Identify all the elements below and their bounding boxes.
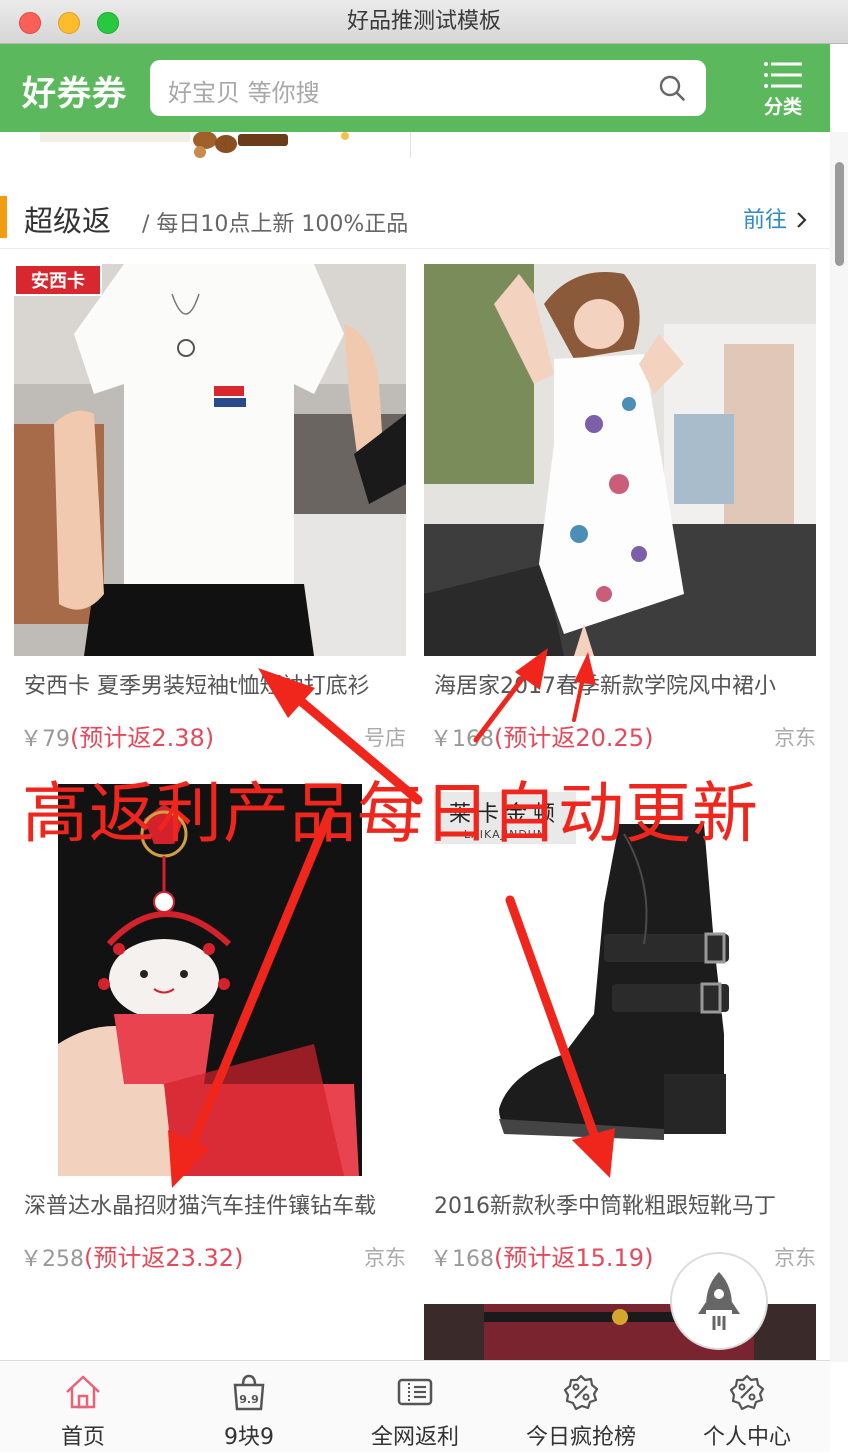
product-price: ￥79 [20, 727, 70, 752]
scrollbar-thumb[interactable] [835, 162, 844, 266]
tab-nine-nine[interactable]: 9.9 9块9 [166, 1361, 332, 1453]
product-shop: 京东 [774, 1246, 816, 1270]
product-rebate: (预计返23.32) [84, 1244, 244, 1272]
product-name[interactable]: 海居家2017春季新款学院风中裙小 [434, 668, 814, 700]
brand-logo[interactable]: 好券券 [22, 66, 127, 115]
tab-hot-ranking[interactable]: 今日疯抢榜 [498, 1361, 664, 1453]
percent-badge-icon [729, 1374, 765, 1411]
app-header: 好券券 好宝贝 等你搜 分类 [0, 44, 830, 132]
ticket-icon [397, 1378, 433, 1406]
tab-rebate[interactable]: 全网返利 [332, 1361, 498, 1453]
product-price-row: ￥168(预计返15.19) [430, 1238, 653, 1273]
search-placeholder: 好宝贝 等你搜 [168, 79, 320, 107]
home-icon [66, 1375, 100, 1409]
back-to-top-button[interactable] [670, 1252, 768, 1350]
product-price: ￥168 [430, 727, 494, 752]
product-image[interactable]: 安西卡 [14, 264, 406, 656]
search-input[interactable]: 好宝贝 等你搜 [150, 60, 706, 116]
tab-nine-nine-label: 9块9 [224, 1425, 274, 1450]
product-price-row: ￥168(预计返20.25) [430, 718, 653, 753]
product-name[interactable]: 2016新款秋季中筒靴粗跟短靴马丁 [434, 1188, 814, 1220]
product-name[interactable]: 安西卡 夏季男装短袖t恤短袖打底衫 [24, 668, 404, 700]
rocket-icon [698, 1272, 740, 1330]
product-shop: 号店 [364, 726, 406, 750]
section-more-link[interactable]: 前往 [743, 202, 808, 234]
product-price: ￥168 [430, 1247, 494, 1272]
product-rebate: (预计返15.19) [494, 1244, 654, 1272]
product-price: ￥258 [20, 1247, 84, 1272]
product-rebate: (预计返20.25) [494, 724, 654, 752]
tab-profile[interactable]: 个人中心 [664, 1361, 830, 1453]
svg-text:9.9: 9.9 [239, 1393, 259, 1406]
section-subtitle: / 每日10点上新 100%正品 [142, 212, 409, 237]
category-menu-button[interactable]: 分类 [760, 58, 806, 120]
brand-logo-badge: 安西卡 [14, 264, 102, 296]
annotation-text: 高返利产品每日自动更新 [22, 775, 759, 852]
search-icon[interactable] [658, 74, 686, 102]
product-name[interactable]: 深普达水晶招财猫汽车挂件镶钻车载 [24, 1188, 404, 1220]
product-price-row: ￥79(预计返2.38) [20, 718, 214, 753]
tab-profile-label: 个人中心 [702, 1425, 791, 1450]
section-more-label: 前往 [742, 208, 787, 233]
section-title: 超级返 [24, 204, 112, 238]
product-image[interactable] [424, 264, 816, 656]
scrollbar-track[interactable] [830, 132, 848, 1362]
category-label: 分类 [763, 96, 802, 118]
bottom-tab-bar: 首页 9.9 9块9 全网返利 今日疯抢榜 个人中心 [0, 1360, 830, 1452]
chevron-right-icon [797, 212, 807, 228]
product-rebate: (预计返2.38) [70, 724, 215, 752]
banner-strip[interactable] [0, 132, 830, 162]
section-accent-bar [0, 196, 7, 238]
product-shop: 京东 [774, 726, 816, 750]
banner-divider [410, 132, 411, 158]
bag-9.9-icon: 9.9 [233, 1374, 265, 1411]
product-price-row: ￥258(预计返23.32) [20, 1238, 243, 1273]
window-title: 好品推测试模板 [346, 9, 501, 34]
tab-home[interactable]: 首页 [0, 1361, 166, 1453]
window-titlebar: 好品推测试模板 [0, 0, 848, 44]
percent-badge-icon [563, 1374, 599, 1411]
tab-rebate-label: 全网返利 [370, 1425, 459, 1450]
tab-hot-ranking-label: 今日疯抢榜 [525, 1425, 636, 1450]
section-header: 超级返 / 每日10点上新 100%正品 前往 [0, 190, 830, 249]
product-shop: 京东 [364, 1246, 406, 1270]
tab-home-label: 首页 [60, 1425, 105, 1450]
menu-icon [764, 62, 802, 88]
